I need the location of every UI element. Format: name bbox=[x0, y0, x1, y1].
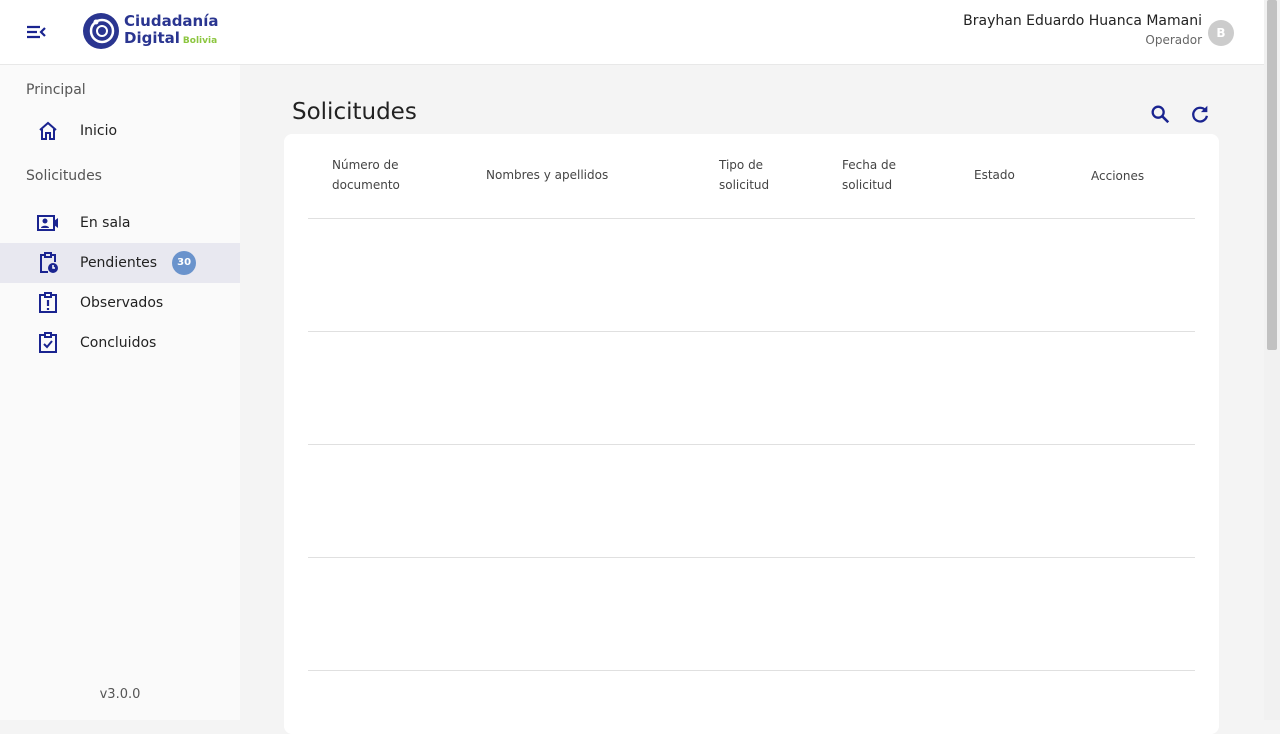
clipboard-alert-icon bbox=[39, 292, 57, 313]
sidebar-item-en-sala[interactable]: En sala bbox=[0, 203, 240, 243]
column-acciones: Acciones bbox=[1091, 169, 1145, 183]
sidebar-item-concluidos[interactable]: Concluidos bbox=[0, 323, 240, 363]
sidebar-item-label: Pendientes bbox=[80, 255, 158, 271]
page-title: Solicitudes bbox=[292, 99, 417, 125]
logo-line2: Digital bbox=[124, 28, 180, 47]
table-row bbox=[308, 444, 1195, 445]
version-label: v3.0.0 bbox=[99, 687, 141, 702]
refresh-icon[interactable] bbox=[1189, 103, 1211, 125]
user-role: Operador bbox=[1145, 33, 1202, 47]
section-principal: Principal bbox=[26, 82, 86, 98]
sidebar-item-label: Inicio bbox=[80, 123, 118, 139]
pending-count-badge: 30 bbox=[172, 251, 197, 275]
sidebar: Principal Inicio Solicitudes En sala Pen… bbox=[0, 65, 240, 720]
requests-table: Número de documento Nombres y apellidos … bbox=[284, 134, 1219, 734]
user-info: Brayhan Eduardo Huanca Mamani Operador bbox=[963, 13, 1202, 47]
column-numero-documento[interactable]: Número de documento bbox=[332, 155, 422, 195]
section-solicitudes: Solicitudes bbox=[26, 168, 102, 184]
home-icon bbox=[39, 121, 57, 140]
column-tipo[interactable]: Tipo de solicitud bbox=[719, 155, 789, 195]
logo-sub: Bolivia bbox=[182, 35, 218, 46]
table-header: Número de documento Nombres y apellidos … bbox=[308, 134, 1195, 219]
sidebar-item-label: Concluidos bbox=[80, 335, 157, 351]
sidebar-item-label: Observados bbox=[80, 295, 164, 311]
table-row bbox=[308, 670, 1195, 671]
search-icon[interactable] bbox=[1149, 103, 1171, 125]
menu-collapse-icon[interactable] bbox=[24, 22, 48, 42]
clipboard-check-icon bbox=[39, 332, 57, 353]
sidebar-item-pendientes[interactable]: Pendientes 30 bbox=[0, 243, 240, 283]
top-bar: Ciudadanía Digital Bolivia Brayhan Eduardo… bbox=[0, 0, 1264, 65]
scrollbar-thumb[interactable] bbox=[1267, 0, 1277, 350]
user-name: Brayhan Eduardo Huanca Mamani bbox=[963, 13, 1202, 29]
logo[interactable]: Ciudadanía Digital Bolivia bbox=[82, 12, 219, 50]
table-row bbox=[308, 557, 1195, 558]
table-row bbox=[308, 331, 1195, 332]
sidebar-item-observados[interactable]: Observados bbox=[0, 283, 240, 323]
avatar[interactable]: B bbox=[1208, 20, 1234, 46]
sidebar-item-inicio[interactable]: Inicio bbox=[0, 111, 240, 151]
page-scrollbar[interactable] bbox=[1264, 0, 1280, 720]
logo-line1: Ciudadanía bbox=[124, 11, 219, 30]
video-contact-icon bbox=[37, 215, 58, 231]
column-estado[interactable]: Estado bbox=[974, 165, 1015, 185]
clipboard-clock-icon bbox=[40, 252, 58, 273]
logo-icon bbox=[83, 13, 119, 49]
column-fecha[interactable]: Fecha de solicitud bbox=[842, 155, 912, 195]
column-nombres[interactable]: Nombres y apellidos bbox=[486, 165, 608, 185]
sidebar-item-label: En sala bbox=[80, 215, 131, 231]
